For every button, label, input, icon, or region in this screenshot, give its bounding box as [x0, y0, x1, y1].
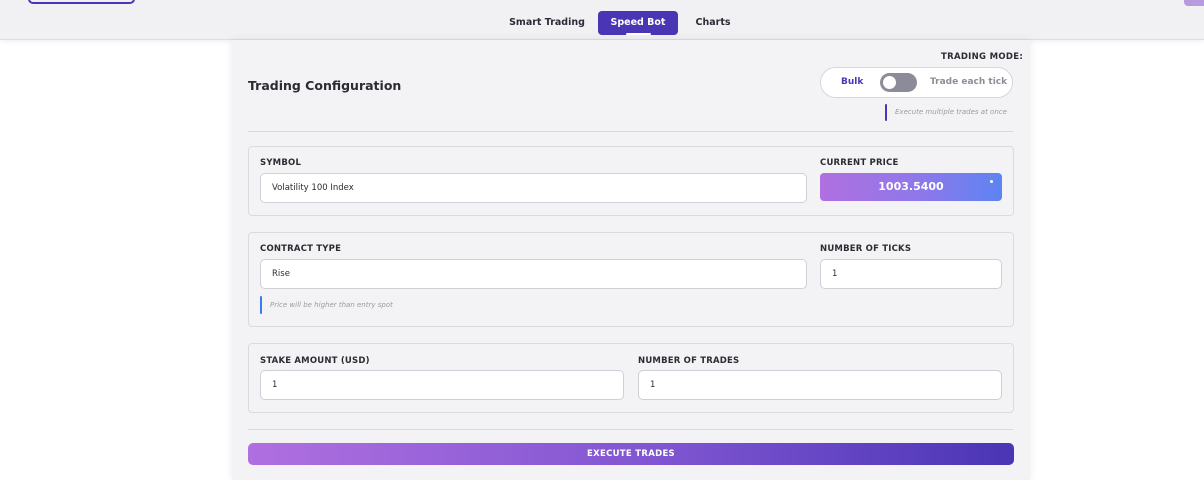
tab-speed-bot[interactable]: Speed Bot: [598, 11, 678, 35]
price-live-dot: [990, 180, 993, 183]
mode-option-trade-each-tick[interactable]: Trade each tick: [930, 77, 1007, 87]
mode-hint-accent: [885, 104, 887, 121]
contract-hint-text: Price will be higher than entry spot: [270, 301, 393, 309]
header-corner-element[interactable]: [1184, 0, 1204, 6]
active-tab-indicator: [626, 33, 651, 35]
contract-hint-accent: [260, 296, 262, 314]
symbol-select[interactable]: Volatility 100 Index: [260, 173, 807, 203]
symbol-label: SYMBOL: [260, 158, 302, 168]
execute-trades-button[interactable]: EXECUTE TRADES: [248, 443, 1014, 465]
number-of-ticks-input[interactable]: 1: [820, 259, 1002, 289]
stake-amount-label: STAKE AMOUNT (USD): [260, 356, 370, 366]
mode-hint-text: Execute multiple trades at once: [895, 108, 1007, 116]
trading-mode-label: TRADING MODE:: [941, 52, 1024, 62]
tab-smart-trading[interactable]: Smart Trading: [507, 11, 587, 35]
top-nav-bar: Smart Trading Speed Bot Charts: [0, 0, 1204, 40]
stake-amount-input[interactable]: 1: [260, 370, 624, 400]
number-of-trades-input[interactable]: 1: [638, 370, 1002, 400]
page-title: Trading Configuration: [248, 78, 402, 93]
mode-option-bulk[interactable]: Bulk: [841, 77, 863, 87]
contract-type-label: CONTRACT TYPE: [260, 244, 342, 254]
header-button-partial[interactable]: [28, 0, 135, 4]
header-divider: [248, 131, 1013, 132]
current-price-display: 1003.5400: [820, 173, 1002, 201]
tab-charts[interactable]: Charts: [688, 11, 738, 35]
number-of-ticks-label: NUMBER OF TICKS: [820, 244, 912, 254]
current-price-label: CURRENT PRICE: [820, 158, 899, 168]
footer-divider: [248, 429, 1013, 430]
contract-type-select[interactable]: Rise: [260, 259, 807, 289]
number-of-trades-label: NUMBER OF TRADES: [638, 356, 740, 366]
toggle-knob: [883, 76, 896, 89]
trading-mode-toggle[interactable]: [880, 73, 917, 92]
